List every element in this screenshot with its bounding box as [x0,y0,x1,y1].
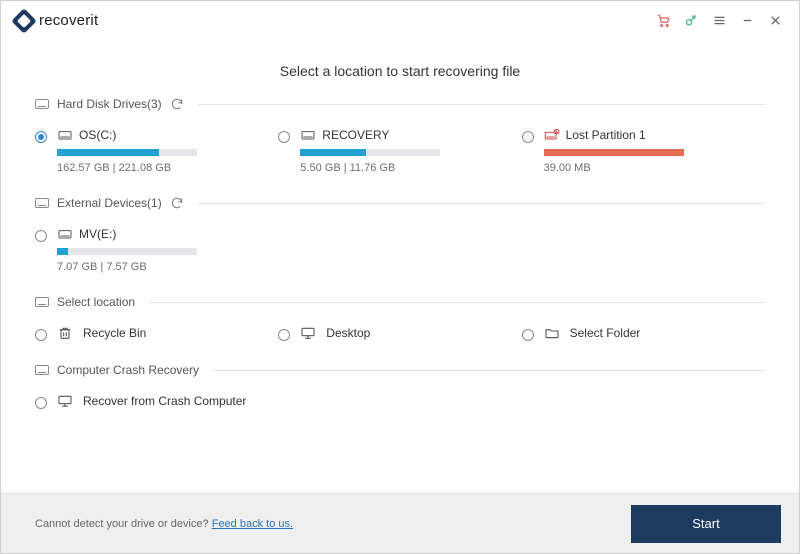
drive-option[interactable]: Lost Partition 1 39.00 MB [522,123,765,178]
app-window: recoverit Select a location to start rec… [0,0,800,554]
drive-size: 162.57 GB | 221.08 GB [57,162,197,174]
app-logo: recoverit [15,12,98,30]
section-loc-label: Select location [57,295,135,309]
menu-icon[interactable] [705,7,733,35]
section-hdd-header: Hard Disk Drives(3) [35,97,765,111]
crash-computer-icon [57,393,73,409]
logo-icon [11,8,36,33]
footer-message: Cannot detect your drive or device? Feed… [35,518,293,530]
drive-radio[interactable] [522,131,534,143]
footer-msg-text: Cannot detect your drive or device? [35,518,209,530]
ext-section-icon [35,198,49,208]
drive-name: Lost Partition 1 [566,128,646,142]
minimize-button[interactable] [733,7,761,35]
option-desktop[interactable]: Desktop [278,321,521,345]
drive-size: 5.50 GB | 11.76 GB [300,162,440,174]
start-button[interactable]: Start [631,505,781,543]
key-icon[interactable] [677,7,705,35]
folder-label: Select Folder [570,326,641,340]
crash-options-row: Recover from Crash Computer [35,389,765,413]
drive-option[interactable]: RECOVERY 5.50 GB | 11.76 GB [278,123,521,178]
brand-text: recoverit [39,12,98,29]
section-crash-header: Computer Crash Recovery [35,363,765,377]
hdd-section-icon [35,99,49,109]
location-options-row: Recycle Bin Desktop Sele [35,321,765,345]
hdd-options-row: OS(C:) 162.57 GB | 221.08 GB RECOVERY 5.50 … [35,123,765,178]
titlebar: recoverit [1,1,799,41]
drive-radio[interactable] [35,131,47,143]
close-button[interactable] [761,7,789,35]
page-title: Select a location to start recovering fi… [35,63,765,79]
section-loc-header: Select location [35,295,765,309]
radio-folder[interactable] [522,329,534,341]
drive-radio[interactable] [278,131,290,143]
feedback-link[interactable]: Feed back to us. [212,518,293,530]
desktop-icon [300,325,316,341]
radio-recycle[interactable] [35,329,47,341]
refresh-ext-icon[interactable] [170,196,184,210]
usage-bar [544,149,684,156]
drive-icon [57,127,73,143]
drive-size: 7.07 GB | 7.57 GB [57,261,197,273]
drive-option[interactable]: OS(C:) 162.57 GB | 221.08 GB [35,123,278,178]
footer-bar: Cannot detect your drive or device? Feed… [1,493,799,553]
section-ext-header: External Devices(1) [35,196,765,210]
lost-drive-icon [544,127,560,143]
drive-name: MV(E:) [79,227,116,241]
drive-icon [57,226,73,242]
folder-icon [544,325,560,341]
recycle-label: Recycle Bin [83,326,146,340]
usage-bar [57,149,197,156]
drive-option[interactable]: MV(E:) 7.07 GB | 7.57 GB [35,222,278,277]
option-recycle-bin[interactable]: Recycle Bin [35,321,278,345]
section-crash-label: Computer Crash Recovery [57,363,199,377]
loc-section-icon [35,297,49,307]
crash-section-icon [35,365,49,375]
recycle-bin-icon [57,325,73,341]
usage-bar [57,248,197,255]
main-panel: Select a location to start recovering fi… [1,41,799,493]
drive-name: OS(C:) [79,128,116,142]
refresh-hdd-icon[interactable] [170,97,184,111]
usage-bar [300,149,440,156]
crash-label: Recover from Crash Computer [83,394,246,408]
radio-crash[interactable] [35,397,47,409]
ext-options-row: MV(E:) 7.07 GB | 7.57 GB [35,222,765,277]
section-ext-label: External Devices(1) [57,196,162,210]
radio-desktop[interactable] [278,329,290,341]
desktop-label: Desktop [326,326,370,340]
drive-size: 39.00 MB [544,162,684,174]
option-select-folder[interactable]: Select Folder [522,321,765,345]
cart-icon[interactable] [649,7,677,35]
option-crash-recover[interactable]: Recover from Crash Computer [35,389,278,413]
section-hdd-label: Hard Disk Drives(3) [57,97,162,111]
drive-name: RECOVERY [322,128,389,142]
drive-radio[interactable] [35,230,47,242]
drive-icon [300,127,316,143]
